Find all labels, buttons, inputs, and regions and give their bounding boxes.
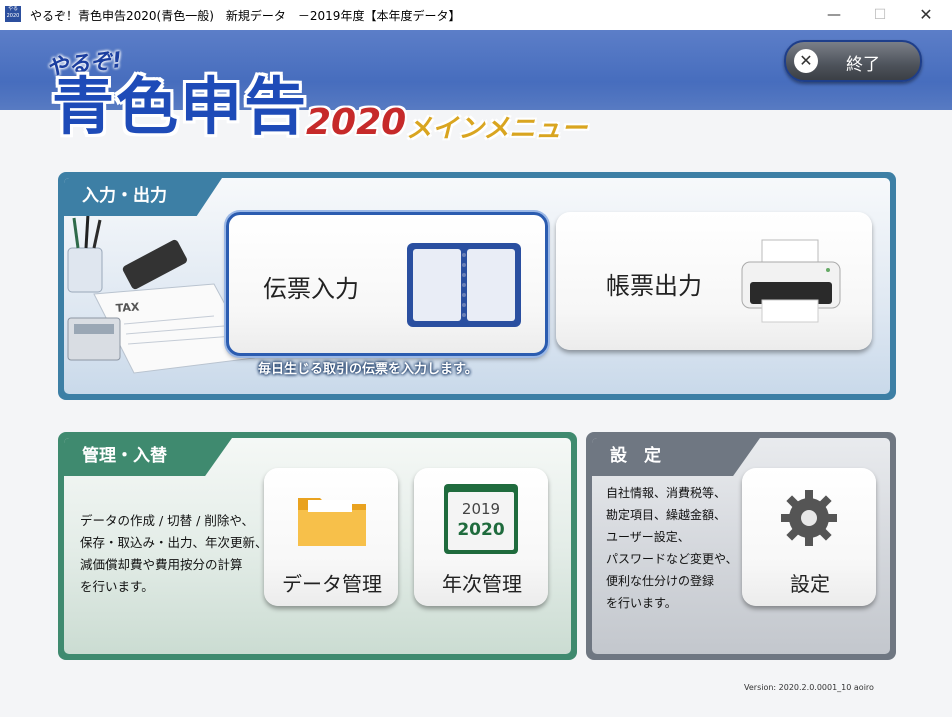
notebook-icon bbox=[407, 243, 521, 327]
logo-subtitle: メインメニュー bbox=[406, 114, 588, 144]
calendar-year-from: 2019 bbox=[461, 500, 501, 518]
management-panel-body: 管理・入替 データの作成 / 切替 / 削除や、 保存・取込み・出力、年次更新、… bbox=[64, 438, 571, 654]
minimize-button[interactable]: — bbox=[811, 0, 857, 30]
voucher-entry-label: 伝票入力 bbox=[263, 275, 359, 303]
close-icon: ✕ bbox=[919, 5, 933, 24]
gear-icon bbox=[781, 490, 837, 546]
logo-year: 2020 bbox=[306, 102, 407, 143]
settings-label: 設定 bbox=[790, 572, 830, 596]
tab-io: 入力・出力 bbox=[64, 178, 222, 216]
settings-button[interactable]: 設定 bbox=[742, 468, 876, 606]
printer-icon bbox=[741, 239, 841, 323]
settings-panel-body: 設 定 自社情報、消費税等、 勘定項目、繰越金額、 ユーザー設定、 パスワードな… bbox=[592, 438, 890, 654]
calendar-year-to: 2020 bbox=[457, 520, 505, 540]
io-hint-text: 毎日生じる取引の伝票を入力します。 bbox=[258, 362, 478, 377]
voucher-entry-button[interactable]: 伝票入力 bbox=[226, 212, 548, 356]
svg-text:TAX: TAX bbox=[115, 300, 140, 315]
exit-button[interactable]: ✕ 終了 bbox=[784, 40, 922, 82]
io-hint-band: 毎日生じる取引の伝票を入力します。 bbox=[64, 356, 890, 378]
version-text: Version: 2020.2.0.0001_10 aoiro bbox=[744, 683, 874, 692]
exit-label: 終了 bbox=[846, 55, 880, 75]
tab-management: 管理・入替 bbox=[64, 438, 232, 476]
data-management-button[interactable]: データ管理 bbox=[264, 468, 398, 606]
report-output-label: 帳票出力 bbox=[606, 272, 702, 300]
io-panel-body: TAX 入力・出力 伝票入力 帳票出力 毎日生じる取引の伝票を入力します。 bbox=[64, 178, 890, 394]
title-bar: やる 2020 やるぞ！青色申告2020(青色一般) 新規データ －2019年度【… bbox=[0, 0, 952, 31]
management-description: データの作成 / 切替 / 削除や、 保存・取込み・出力、年次更新、 減価償却費… bbox=[80, 513, 268, 594]
data-management-label: データ管理 bbox=[282, 572, 382, 596]
management-panel: 管理・入替 データの作成 / 切替 / 削除や、 保存・取込み・出力、年次更新、… bbox=[58, 432, 577, 660]
settings-panel: 設 定 自社情報、消費税等、 勘定項目、繰越金額、 ユーザー設定、 パスワードな… bbox=[586, 432, 896, 660]
io-panel: TAX 入力・出力 伝票入力 帳票出力 毎日生じる取引の伝票を入力します。 bbox=[58, 172, 896, 400]
maximize-button[interactable]: ☐ bbox=[857, 0, 903, 30]
calendar-icon: 2019 2020 bbox=[444, 484, 518, 554]
settings-description: 自社情報、消費税等、 勘定項目、繰越金額、 ユーザー設定、 パスワードなど変更や… bbox=[606, 486, 738, 610]
annual-management-label: 年次管理 bbox=[442, 572, 522, 596]
app-icon: やる 2020 bbox=[5, 6, 21, 22]
folder-icon bbox=[298, 498, 366, 546]
tab-settings: 設 定 bbox=[592, 438, 760, 476]
maximize-icon: ☐ bbox=[873, 7, 887, 23]
report-output-button[interactable]: 帳票出力 bbox=[556, 212, 872, 350]
logo-main: 青色申告 bbox=[52, 70, 309, 143]
minimize-icon: — bbox=[827, 7, 841, 23]
annual-management-button[interactable]: 2019 2020 年次管理 bbox=[414, 468, 548, 606]
close-circle-icon: ✕ bbox=[794, 49, 818, 73]
window-title: やるぞ！青色申告2020(青色一般) 新規データ －2019年度【本年度データ】 bbox=[30, 9, 461, 23]
close-button[interactable]: ✕ bbox=[903, 0, 949, 30]
